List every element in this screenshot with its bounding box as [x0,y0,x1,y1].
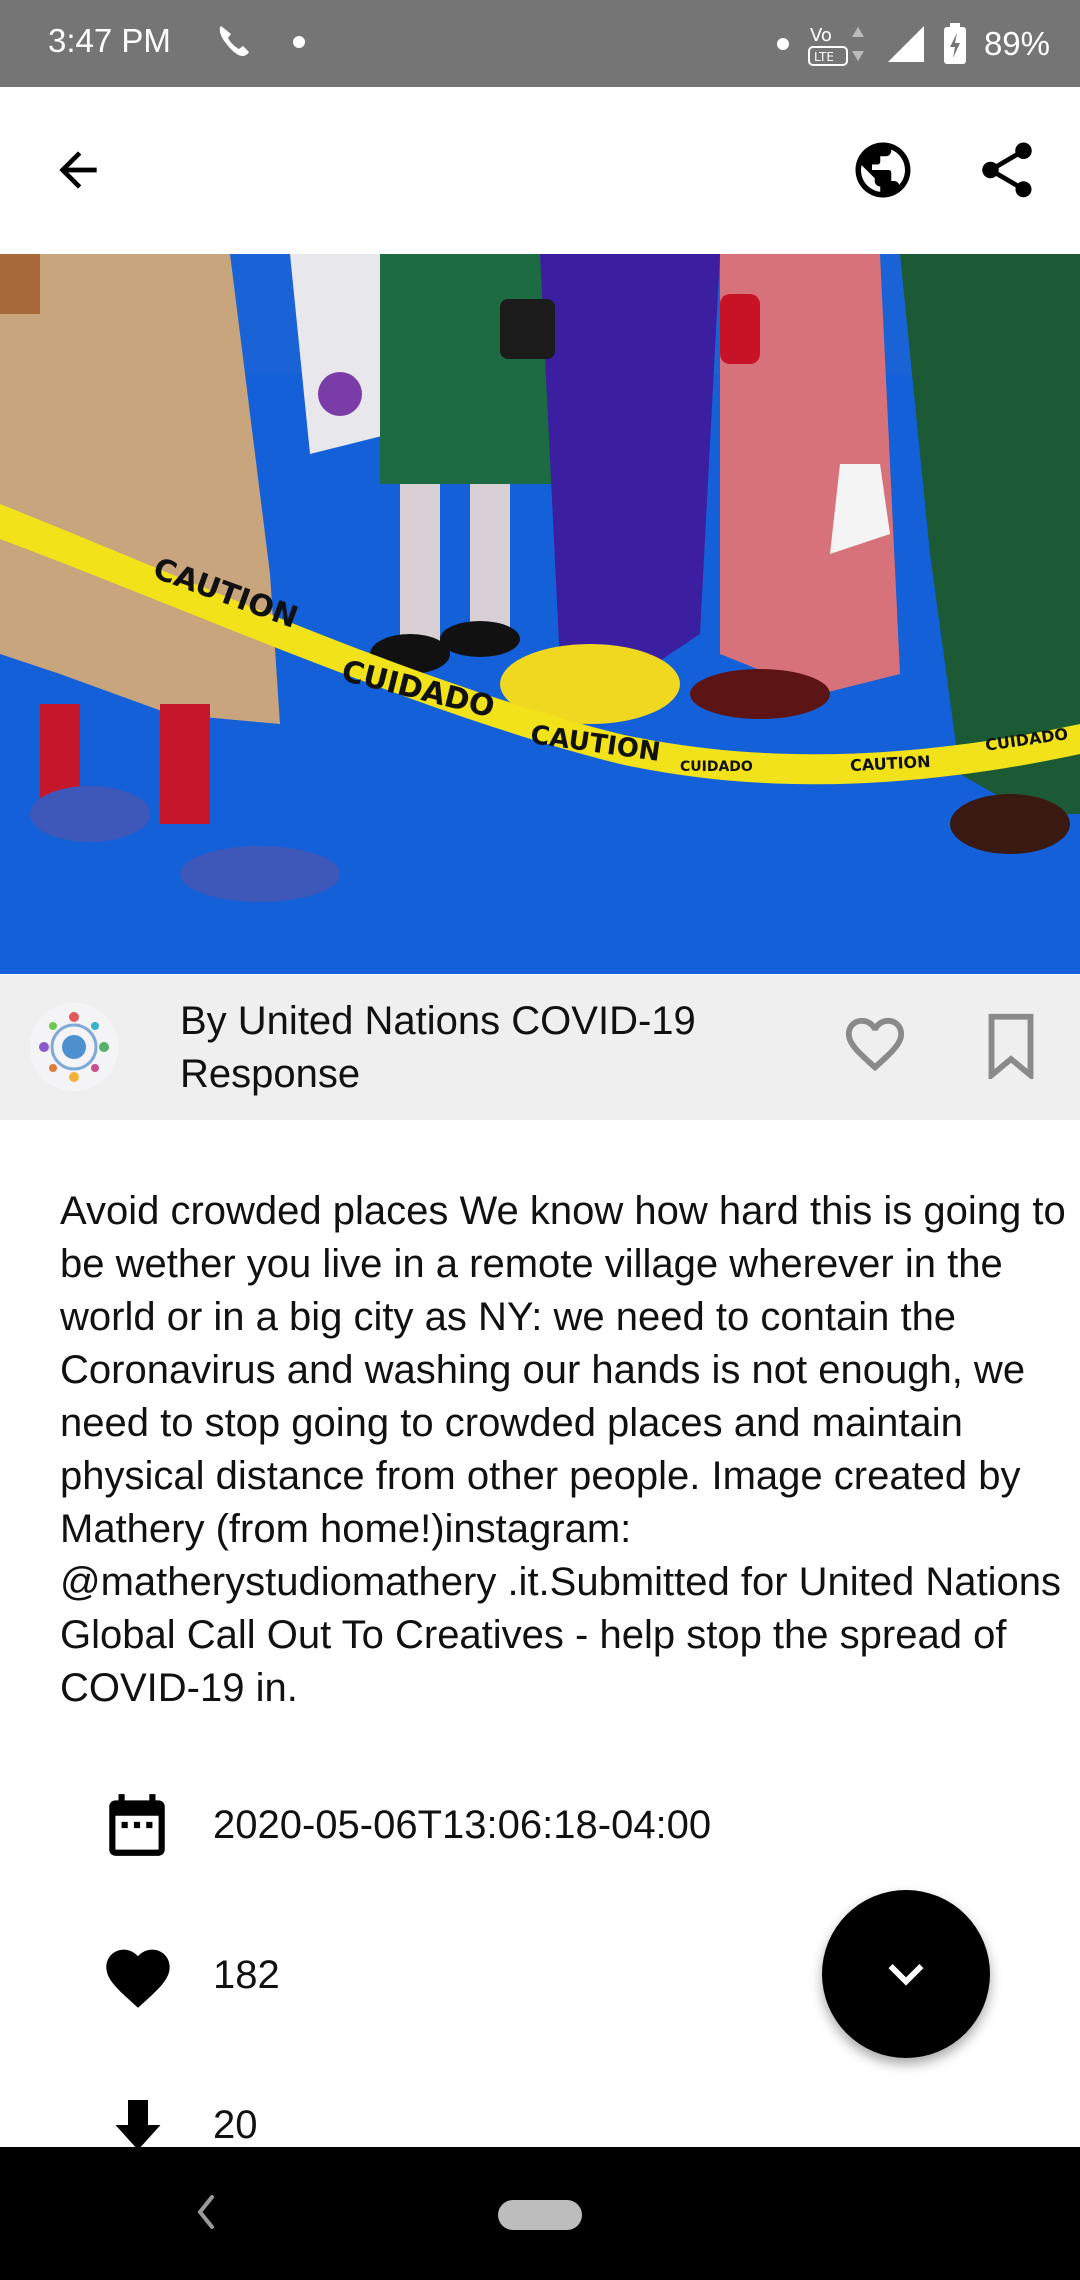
downloads-count: 20 [213,2102,258,2147]
bookmark-outline-icon [988,1013,1034,1082]
status-right-icons: Vo LTE 89% [776,14,1050,74]
share-button[interactable] [962,125,1052,215]
heart-outline-icon [845,1017,905,1072]
open-web-button[interactable] [838,125,928,215]
battery-percent: 89% [983,25,1050,62]
back-button[interactable] [33,125,123,215]
chevron-down-icon [888,1964,924,1986]
image-description: Avoid crowded places We know how hard th… [60,1189,1066,1710]
heart-filled-icon [106,1949,170,2008]
app-bar [0,87,1080,254]
share-icon [982,142,1032,198]
author-row: By United Nations COVID-19 Response [0,975,1080,1120]
bookmark-button[interactable] [985,1013,1037,1083]
phone-icon [219,26,305,56]
system-nav-bar [0,2147,1080,2280]
author-name[interactable]: By United Nations COVID-19 Response [180,995,780,1101]
back-arrow-icon [59,151,97,189]
status-time: 3:47 PM [48,22,171,59]
hero-image[interactable]: CAUTION CUIDADO CAUTION CUIDADO CAUTION … [0,254,1080,974]
hero-illustration [0,254,1080,974]
notification-dot-icon [776,38,789,50]
expand-fab-button[interactable] [822,1890,990,2058]
un-covid-logo-icon [30,1003,118,1091]
date-text: 2020-05-06T13:06:18-04:00 [213,1802,712,1847]
nav-home-pill[interactable] [498,2200,582,2230]
svg-text:LTE: LTE [814,50,834,64]
likes-count: 182 [213,1952,280,1997]
volte-icon: Vo LTE [807,25,864,66]
signal-icon [887,26,924,62]
calendar-icon [109,1794,165,1856]
nav-back-icon[interactable] [190,2187,220,2237]
status-bar: 3:47 PM Vo LTE 89% [0,0,1080,87]
tape-label: CUIDADO [680,759,753,775]
battery-icon [943,23,966,64]
author-avatar[interactable] [30,1003,118,1091]
like-button[interactable] [840,1015,910,1083]
globe-icon [855,142,911,198]
download-arrow-icon [115,2100,161,2150]
svg-text:Vo: Vo [810,25,832,46]
